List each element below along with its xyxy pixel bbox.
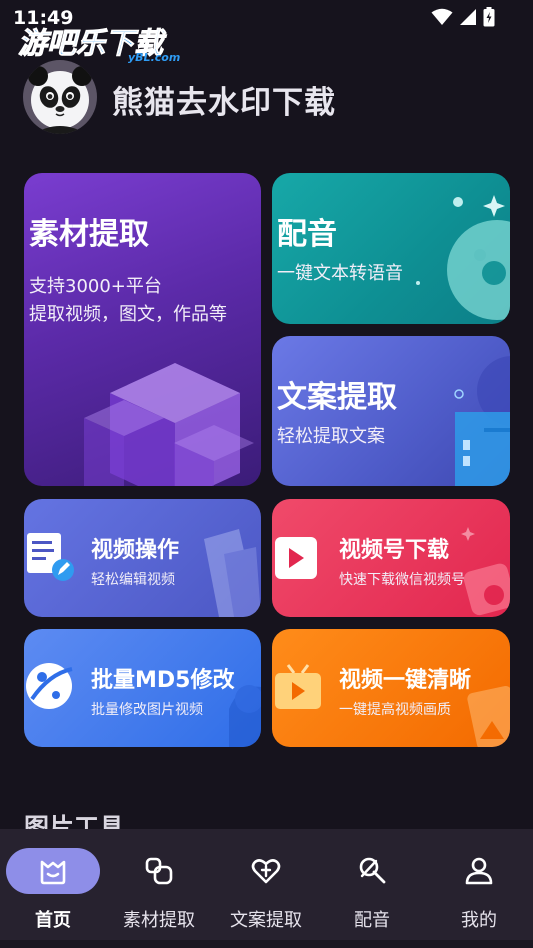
material-extract-line2: 提取视频，图文，作品等 — [29, 304, 227, 325]
video-enhance-subtitle: 一键提高视频画质 — [339, 702, 451, 718]
nav-label-dubbing: 配音 — [354, 910, 390, 931]
channels-download-title: 视频号下载 — [339, 538, 450, 563]
dubbing-title: 配音 — [277, 217, 337, 252]
text-extract-card[interactable]: 文案提取 轻松提取文案 — [272, 336, 510, 486]
video-edit-subtitle: 轻松编辑视频 — [91, 572, 175, 588]
material-extract-line1: 支持3000+平台 — [29, 276, 162, 297]
nav-item-material[interactable]: 素材提取 — [106, 829, 212, 948]
home-icon — [40, 860, 66, 885]
material-extract-card[interactable]: 素材提取 支持3000+平台 提取视频，图文，作品等 — [24, 173, 261, 486]
material-extract-title: 素材提取 — [29, 217, 149, 252]
text-extract-subtitle: 轻松提取文案 — [277, 426, 385, 447]
video-edit-card[interactable]: 视频操作 轻松编辑视频 — [24, 499, 261, 617]
nav-item-home[interactable]: 首页 — [0, 829, 106, 948]
dubbing-icon — [359, 857, 386, 884]
video-enhance-card[interactable]: 视频一键清晰 一键提高视频画质 — [272, 629, 510, 747]
signal-icon — [460, 9, 476, 25]
wifi-icon — [431, 8, 453, 25]
profile-icon — [465, 857, 493, 885]
video-edit-title: 视频操作 — [91, 538, 180, 563]
battery-icon — [483, 7, 495, 27]
nav-label-text-extract: 文案提取 — [230, 910, 302, 931]
panda-avatar-icon — [23, 60, 97, 134]
avatar[interactable] — [23, 60, 97, 134]
app-title: 熊猫去水印下载 — [112, 85, 336, 121]
batch-md5-title: 批量MD5修改 — [91, 668, 235, 693]
channels-download-subtitle: 快速下载微信视频号 — [339, 572, 465, 588]
batch-md5-subtitle: 批量修改图片视频 — [91, 702, 203, 718]
material-icon — [145, 857, 173, 885]
nav-label-profile: 我的 — [461, 910, 497, 931]
nav-bottom-strip — [0, 940, 533, 948]
batch-md5-card[interactable]: 批量MD5修改 批量修改图片视频 — [24, 629, 261, 747]
header: 熊猫去水印下载 — [23, 60, 513, 134]
channels-download-card[interactable]: 视频号下载 快速下载微信视频号 — [272, 499, 510, 617]
nav-item-profile[interactable]: 我的 — [426, 829, 532, 948]
nav-item-dubbing[interactable]: 配音 — [319, 829, 425, 948]
video-enhance-title: 视频一键清晰 — [339, 668, 472, 693]
text-extract-title: 文案提取 — [277, 380, 397, 415]
text-extract-icon — [251, 859, 281, 884]
dubbing-card[interactable]: 配音 一键文本转语音 — [272, 173, 510, 324]
dubbing-subtitle: 一键文本转语音 — [277, 263, 403, 284]
bottom-nav: 首页 素材提取 文案提取 配音 我的 — [0, 829, 533, 948]
nav-label-home: 首页 — [35, 910, 71, 931]
status-icons — [431, 7, 495, 27]
nav-label-material: 素材提取 — [123, 910, 195, 931]
nav-item-text-extract[interactable]: 文案提取 — [213, 829, 319, 948]
